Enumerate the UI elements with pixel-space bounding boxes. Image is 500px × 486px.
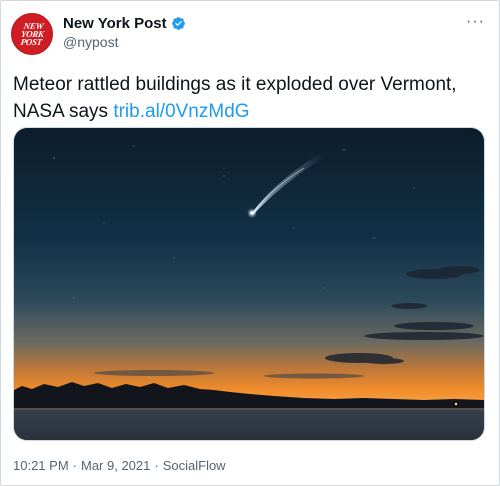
meta-separator: ·: [72, 458, 77, 473]
tweet-source[interactable]: SocialFlow: [163, 458, 226, 473]
tweet-text: Meteor rattled buildings as it exploded …: [13, 71, 483, 125]
meta-separator-2: ·: [154, 458, 159, 473]
more-options-button[interactable]: ···: [466, 13, 485, 31]
tweet-link[interactable]: trib.al/0VnzMdG: [113, 101, 249, 122]
author-handle[interactable]: @nypost: [63, 34, 118, 50]
meteor-sky-photo: [14, 128, 484, 440]
verified-badge-icon: [171, 17, 185, 30]
tweet-photo[interactable]: [13, 127, 485, 441]
tweet-time[interactable]: 10:21 PM: [13, 458, 69, 473]
avatar-logo: NEW YORK POST: [19, 21, 45, 47]
author-display-name[interactable]: New York Post: [63, 15, 167, 32]
more-horizontal-icon: ···: [466, 13, 485, 30]
tweet-date[interactable]: Mar 9, 2021: [81, 458, 150, 473]
tweet-card: NEW YORK POST New York Post @nypost ··· …: [0, 0, 500, 486]
avatar[interactable]: NEW YORK POST: [11, 13, 53, 55]
author-name-row: New York Post: [63, 15, 186, 32]
avatar-logo-line-3: POST: [19, 37, 43, 47]
tweet-meta: 10:21 PM · Mar 9, 2021 · SocialFlow: [13, 458, 226, 473]
